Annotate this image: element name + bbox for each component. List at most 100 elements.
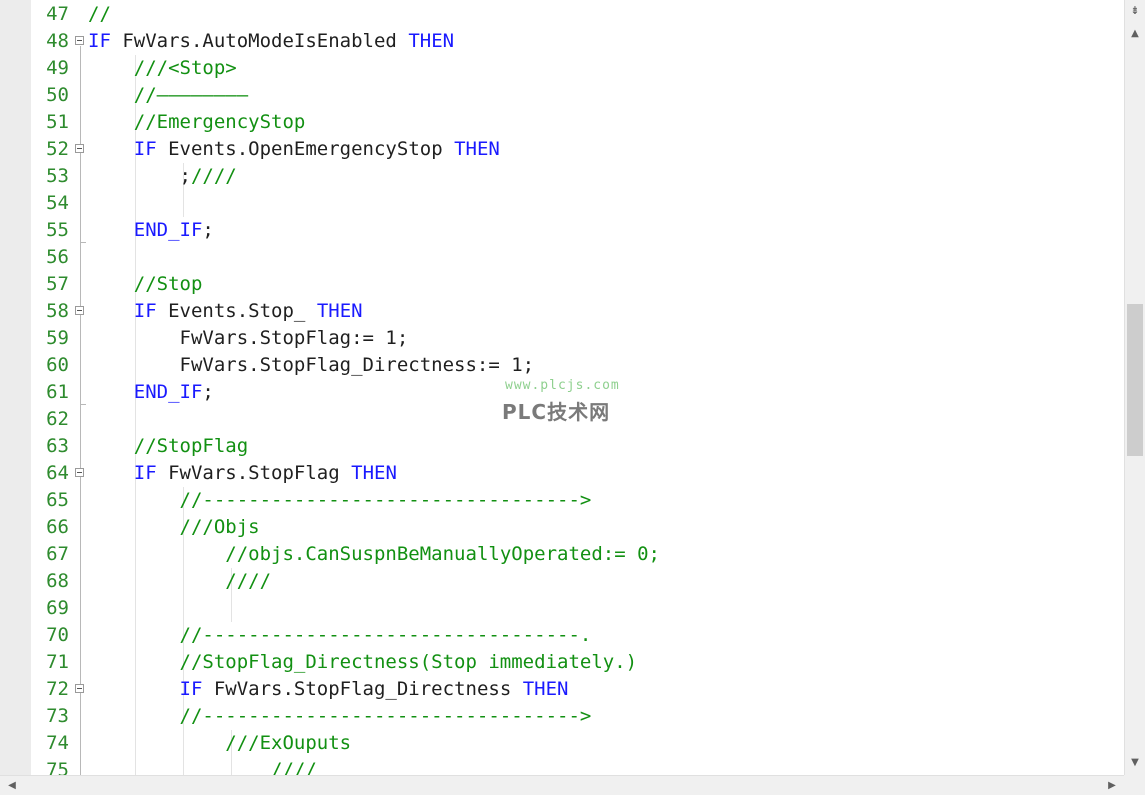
line-number: 59	[46, 327, 69, 349]
code-comment: ///Objs	[179, 516, 260, 538]
code-comment: ///<Stop>	[133, 57, 237, 79]
line-number: 68	[46, 570, 69, 592]
line-number: 62	[46, 408, 69, 430]
vertical-scroll-thumb[interactable]	[1127, 304, 1143, 456]
line-number: 74	[46, 732, 69, 754]
line-number: 58	[46, 300, 69, 322]
line-number: 48	[46, 30, 69, 52]
code-text: //————————	[88, 82, 248, 109]
code-text: //StopFlag_Directness(Stop immediately.)	[88, 649, 638, 676]
code-token: FwVars.StopFlag_Directness	[202, 678, 523, 700]
code-token: FwVars.StopFlag	[156, 462, 352, 484]
code-text: //StopFlag	[88, 433, 248, 460]
code-keyword: IF	[133, 462, 157, 484]
fold-collapse-icon[interactable]	[75, 468, 84, 477]
line-number: 72	[46, 678, 69, 700]
line-number: 50	[46, 84, 69, 106]
code-keyword: THEN	[408, 30, 455, 52]
line-number: 60	[46, 354, 69, 376]
code-comment: //--------------------------------->	[179, 489, 592, 511]
line-number: 70	[46, 624, 69, 646]
fold-collapse-icon[interactable]	[75, 306, 84, 315]
line-number: 65	[46, 489, 69, 511]
line-number: 55	[46, 219, 69, 241]
code-keyword: IF	[133, 300, 157, 322]
editor-gutter	[0, 0, 31, 775]
code-comment: //Stop	[133, 273, 203, 295]
code-comment: //StopFlag	[133, 435, 249, 457]
code-text: IF Events.OpenEmergencyStop THEN	[88, 136, 500, 163]
code-text: FwVars.StopFlag:= 1;	[88, 325, 409, 352]
code-keyword: END_IF	[133, 381, 203, 403]
arrow-up-icon[interactable]: ▲	[1125, 24, 1145, 44]
code-text: FwVars.StopFlag_Directness:= 1;	[88, 352, 535, 379]
vertical-scrollbar[interactable]: ⇟ ▲ ▼	[1124, 0, 1145, 775]
arrow-down-icon[interactable]: ▼	[1125, 753, 1145, 773]
code-text: IF FwVars.AutoModeIsEnabled THEN	[88, 28, 454, 55]
watermark-logo: PLC技术网	[502, 400, 611, 424]
code-text: //Stop	[88, 271, 203, 298]
code-token: ;	[88, 165, 191, 187]
code-keyword: THEN	[522, 678, 569, 700]
line-number: 64	[46, 462, 69, 484]
fold-region-end	[80, 404, 86, 405]
code-keyword: IF	[88, 30, 111, 52]
line-number: 75	[46, 759, 69, 775]
line-number: 56	[46, 246, 69, 268]
code-token: Events.Stop_	[156, 300, 317, 322]
fold-collapse-icon[interactable]	[75, 36, 84, 45]
code-comment: ////	[190, 165, 237, 187]
code-token: Events.OpenEmergencyStop	[156, 138, 455, 160]
code-comment: ////	[225, 570, 272, 592]
code-text: ///Objs	[88, 514, 260, 541]
fold-collapse-icon[interactable]	[75, 684, 84, 693]
code-keyword: IF	[133, 138, 157, 160]
code-keyword: END_IF	[133, 219, 203, 241]
code-keyword: THEN	[351, 462, 397, 484]
code-token: FwVars.AutoModeIsEnabled	[110, 30, 409, 52]
arrow-right-icon[interactable]: ▶	[1104, 776, 1120, 795]
code-text: //--------------------------------->	[88, 703, 592, 730]
line-number: 66	[46, 516, 69, 538]
code-token: FwVars.StopFlag_Directness:= 1;	[88, 354, 535, 376]
code-comment: ///ExOuputs	[225, 732, 352, 754]
split-handle-icon[interactable]: ⇟	[1125, 0, 1145, 22]
code-comment: //EmergencyStop	[133, 111, 306, 133]
code-keyword: IF	[179, 678, 203, 700]
code-token: ;	[202, 219, 214, 241]
code-keyword: THEN	[316, 300, 363, 322]
code-comment: //---------------------------------.	[179, 624, 592, 646]
line-number: 63	[46, 435, 69, 457]
code-comment: ////	[271, 759, 317, 775]
code-comment: //StopFlag_Directness(Stop immediately.)	[179, 651, 638, 673]
horizontal-scrollbar[interactable]: ◀ ▶	[0, 775, 1124, 795]
line-number: 57	[46, 273, 69, 295]
watermark-url: www.plcjs.com	[505, 378, 620, 393]
line-number: 73	[46, 705, 69, 727]
code-text: END_IF;	[88, 217, 214, 244]
fold-region-end	[80, 242, 86, 243]
code-text: ///ExOuputs	[88, 730, 351, 757]
fold-region-line	[80, 46, 81, 775]
line-number: 47	[46, 3, 69, 25]
code-token: FwVars.StopFlag:= 1;	[88, 327, 409, 349]
fold-collapse-icon[interactable]	[75, 144, 84, 153]
code-text: END_IF;	[88, 379, 214, 406]
code-text: IF FwVars.StopFlag THEN	[88, 460, 397, 487]
arrow-left-icon[interactable]: ◀	[4, 776, 20, 795]
